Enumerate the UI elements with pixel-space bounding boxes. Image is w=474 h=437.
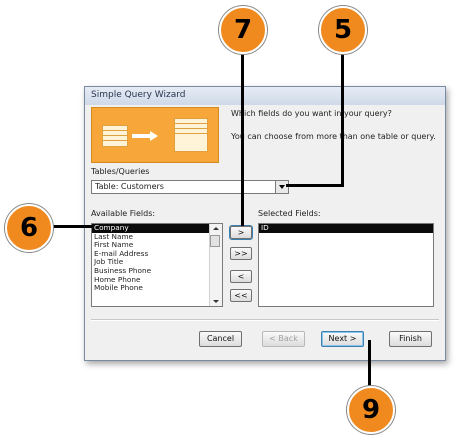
tables-queries-label: Tables/Queries xyxy=(91,167,150,176)
dropdown-arrow-icon[interactable] xyxy=(275,180,289,194)
remove-field-button[interactable]: < xyxy=(230,270,252,283)
finish-button[interactable]: Finish xyxy=(389,331,432,347)
add-field-button[interactable]: > xyxy=(229,225,253,240)
back-button[interactable]: < Back xyxy=(262,331,305,347)
callout-6-leader xyxy=(48,225,92,228)
prompt-text-2: You can choose from more than one table … xyxy=(231,132,436,141)
list-item[interactable]: ID xyxy=(259,223,433,233)
source-table-icon xyxy=(102,125,128,147)
callout-7-leader xyxy=(241,48,244,226)
simple-query-wizard-dialog: Simple Query Wizard Which fields do you … xyxy=(84,86,446,361)
scroll-up-icon[interactable] xyxy=(213,227,219,230)
arrow-icon xyxy=(132,134,150,138)
list-item[interactable]: Mobile Phone xyxy=(92,284,222,293)
callout-7: 7 xyxy=(219,6,267,54)
remove-all-fields-button[interactable]: << xyxy=(230,289,252,302)
next-button[interactable]: Next > xyxy=(321,331,364,347)
callout-5-leader-vertical xyxy=(341,48,344,185)
cancel-button[interactable]: Cancel xyxy=(199,331,242,347)
arrow-head-icon xyxy=(150,131,158,141)
tables-queries-combobox[interactable]: Table: Customers xyxy=(91,180,289,194)
result-table-icon xyxy=(174,118,208,152)
callout-5: 5 xyxy=(319,6,367,54)
callout-9-leader xyxy=(368,340,371,390)
callout-5-leader-horizontal xyxy=(286,184,344,187)
scrollbar-thumb[interactable] xyxy=(210,235,220,247)
available-fields-label: Available Fields: xyxy=(91,209,156,218)
dialog-title: Simple Query Wizard xyxy=(91,90,186,100)
available-fields-list[interactable]: Company Last Name First Name E-mail Addr… xyxy=(91,223,223,307)
add-all-fields-button[interactable]: >> xyxy=(230,247,252,260)
separator xyxy=(91,319,439,321)
callout-6: 6 xyxy=(5,204,53,252)
selected-fields-label: Selected Fields: xyxy=(258,209,321,218)
wizard-banner-image xyxy=(91,107,219,163)
selected-fields-list[interactable]: ID xyxy=(258,223,434,307)
scroll-down-icon[interactable] xyxy=(213,300,219,303)
callout-9: 9 xyxy=(347,386,395,434)
tables-queries-value: Table: Customers xyxy=(95,182,164,191)
title-bar: Simple Query Wizard xyxy=(85,87,445,105)
prompt-text-1: Which fields do you want in your query? xyxy=(231,109,392,118)
